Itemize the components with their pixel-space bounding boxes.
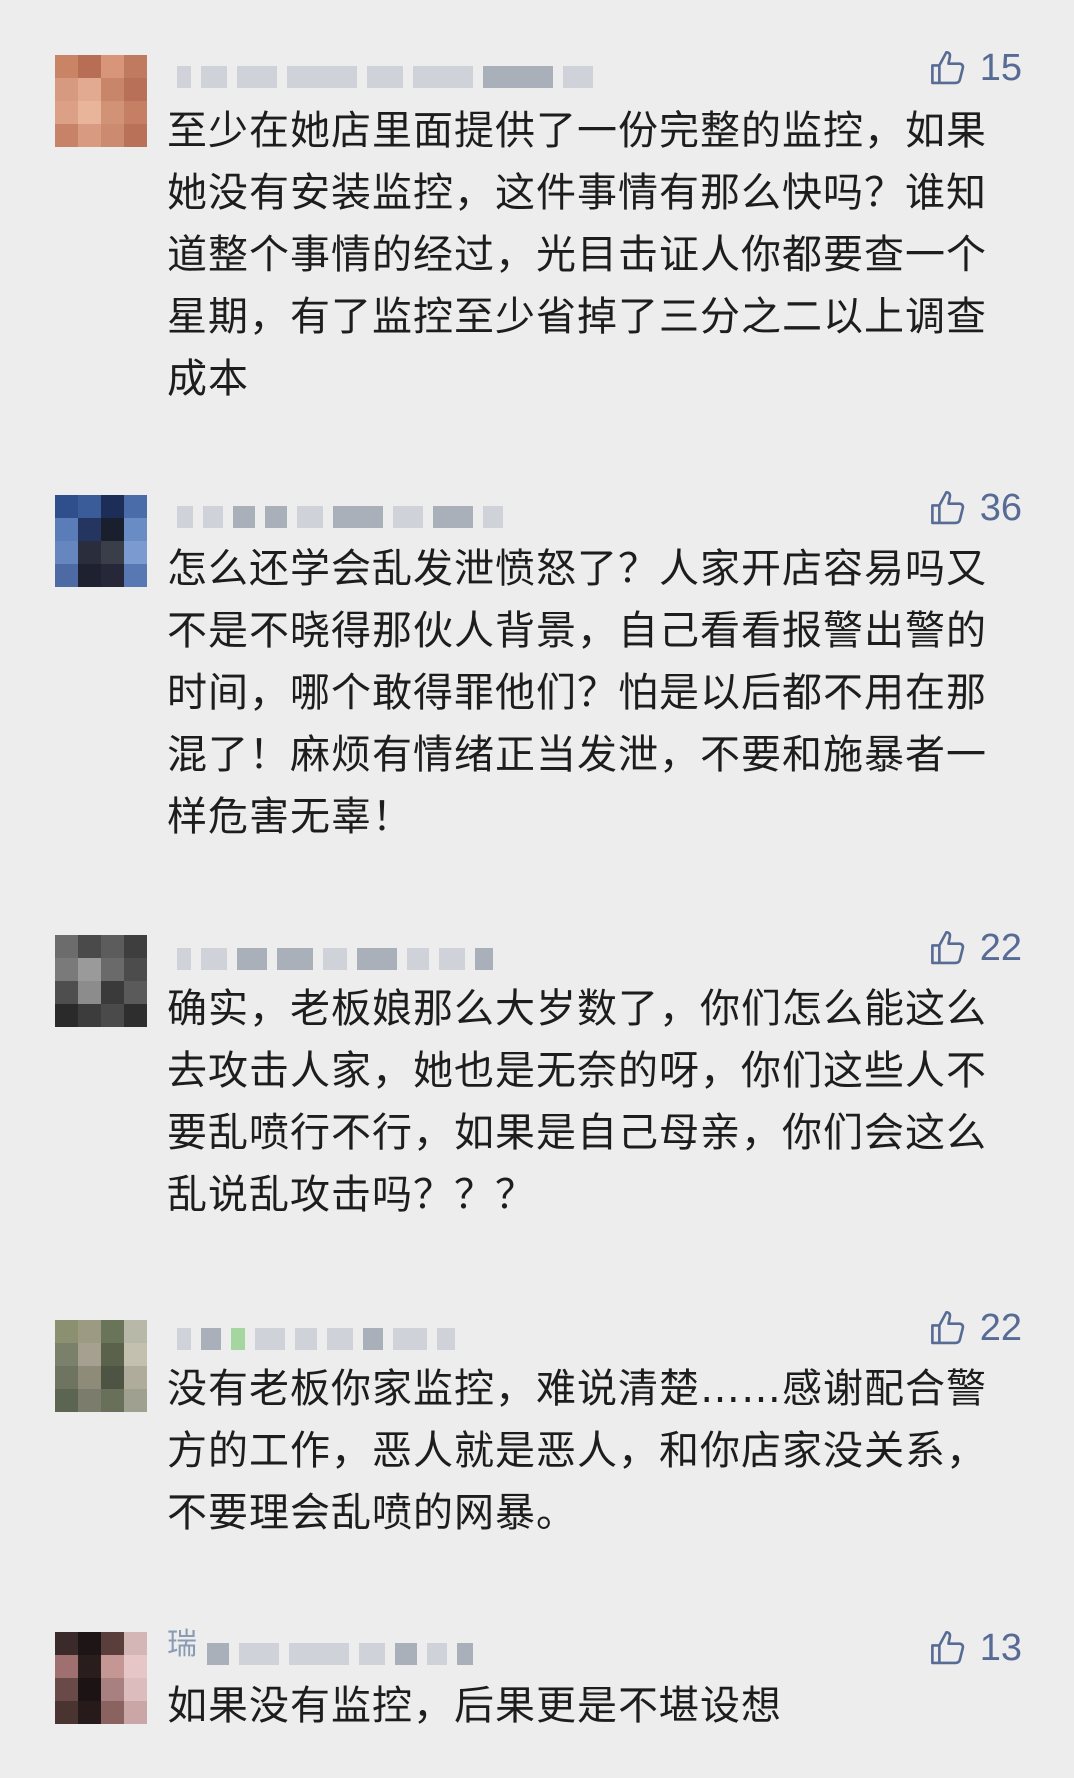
blurred-nickname — [407, 948, 429, 970]
blurred-nickname — [207, 1643, 229, 1665]
like-count: 36 — [979, 486, 1022, 529]
blurred-nickname — [363, 1328, 383, 1350]
thumbs-up-icon — [930, 50, 964, 85]
blurred-nickname — [395, 1643, 417, 1665]
blurred-nickname — [239, 1643, 279, 1665]
blurred-nickname — [203, 506, 223, 528]
like-button[interactable]: 22 — [928, 923, 1022, 973]
comment-text: 如果没有监控，后果更是不堪设想 — [167, 1683, 782, 1729]
comment-text: 怎么还学会乱发泄愤怒了？人家开店容易吗又不是不晓得那伙人背景，自己看看报警出警的… — [167, 546, 987, 840]
like-button[interactable]: 15 — [928, 43, 1022, 93]
blurred-nickname — [413, 66, 473, 88]
thumbs-up-icon — [930, 930, 964, 965]
avatar[interactable] — [55, 1632, 147, 1724]
blurred-nickname — [483, 66, 553, 88]
thumbs-up-icon — [930, 490, 964, 525]
blurred-nickname — [475, 948, 493, 970]
blurred-nickname — [177, 1328, 191, 1350]
avatar[interactable] — [55, 495, 147, 587]
blurred-nickname — [393, 1328, 427, 1350]
blurred-nickname — [177, 506, 193, 528]
nickname-text: 瑞 — [167, 1627, 197, 1662]
nickname[interactable] — [167, 488, 503, 528]
blurred-nickname — [359, 1643, 385, 1665]
blurred-nickname — [427, 1643, 447, 1665]
avatar[interactable] — [55, 935, 147, 1027]
blurred-nickname — [277, 948, 313, 970]
blurred-nickname — [237, 66, 277, 88]
comment-text: 没有老板你家监控，难说清楚……感谢配合警方的工作，恶人就是恶人，和你店家没关系，… — [167, 1366, 987, 1536]
avatar[interactable] — [55, 1320, 147, 1412]
thumbs-up-icon — [930, 1310, 964, 1345]
thumbs-up-icon — [930, 1630, 964, 1665]
blurred-nickname — [255, 1328, 285, 1350]
blurred-nickname — [433, 506, 473, 528]
blurred-nickname — [393, 506, 423, 528]
like-count: 13 — [979, 1626, 1022, 1669]
like-button[interactable]: 22 — [928, 1303, 1022, 1353]
blurred-nickname — [237, 948, 267, 970]
blurred-nickname — [327, 1328, 353, 1350]
like-count: 15 — [979, 46, 1022, 89]
nickname[interactable] — [167, 930, 493, 970]
blurred-nickname — [295, 1328, 317, 1350]
blurred-nickname — [483, 506, 503, 528]
blurred-nickname — [367, 66, 403, 88]
like-count: 22 — [979, 926, 1022, 969]
blurred-nickname — [265, 506, 287, 528]
nickname[interactable] — [167, 48, 593, 88]
blurred-nickname — [333, 506, 383, 528]
blurred-nickname — [357, 948, 397, 970]
avatar[interactable] — [55, 55, 147, 147]
blurred-nickname — [297, 506, 323, 528]
blurred-nickname — [439, 948, 465, 970]
nickname[interactable]: 瑞 — [167, 1625, 473, 1665]
comment-list: 15 至少在她店里面提供了一份完整的监控，如果她没有安装监控，这件事情有那么快吗… — [0, 0, 1074, 1778]
blurred-nickname — [233, 506, 255, 528]
comment-text: 至少在她店里面提供了一份完整的监控，如果她没有安装监控，这件事情有那么快吗？谁知… — [167, 108, 987, 402]
nickname[interactable] — [167, 1310, 455, 1350]
blurred-nickname — [231, 1328, 245, 1350]
comment-text: 确实，老板娘那么大岁数了，你们怎么能这么去攻击人家，她也是无奈的呀，你们这些人不… — [167, 986, 987, 1218]
blurred-nickname — [201, 66, 227, 88]
blurred-nickname — [289, 1643, 349, 1665]
like-button[interactable]: 36 — [928, 483, 1022, 533]
like-count: 22 — [979, 1306, 1022, 1349]
blurred-nickname — [177, 66, 191, 88]
blurred-nickname — [177, 948, 191, 970]
blurred-nickname — [563, 66, 593, 88]
blurred-nickname — [201, 948, 227, 970]
blurred-nickname — [457, 1643, 473, 1665]
like-button[interactable]: 13 — [928, 1623, 1022, 1673]
blurred-nickname — [437, 1328, 455, 1350]
blurred-nickname — [201, 1328, 221, 1350]
blurred-nickname — [323, 948, 347, 970]
blurred-nickname — [287, 66, 357, 88]
